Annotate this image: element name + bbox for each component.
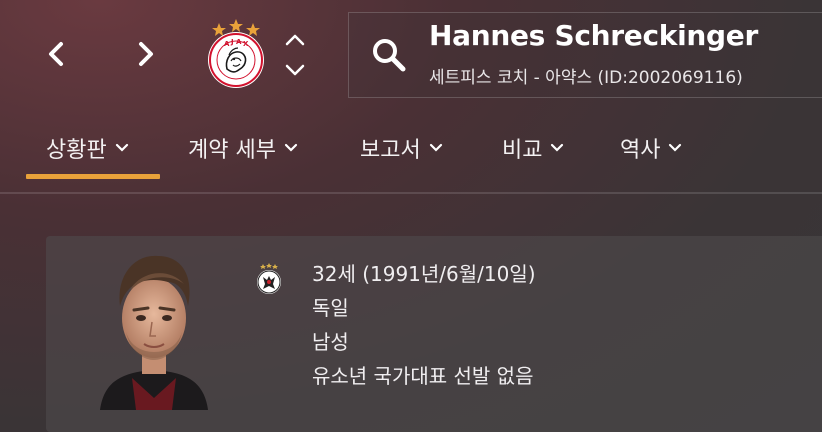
- forward-button[interactable]: [126, 30, 166, 78]
- club-logo[interactable]: A J A X: [203, 17, 269, 89]
- back-button[interactable]: [36, 30, 76, 78]
- germany-crest-icon[interactable]: [254, 262, 284, 296]
- divider: [0, 192, 822, 194]
- age-birthdate: 32세 (1991년/6월/10일): [312, 262, 536, 286]
- star-icon: [229, 19, 243, 32]
- chevron-down-icon: [115, 143, 128, 152]
- tab-label: 상황판: [46, 138, 107, 163]
- tab-contract[interactable]: 계약 세부: [188, 128, 298, 168]
- tab-history[interactable]: 역사: [620, 128, 682, 168]
- youth-caps: 유소년 국가대표 선발 없음: [312, 364, 534, 388]
- tab-reports[interactable]: 보고서: [360, 128, 443, 168]
- svg-text:X: X: [243, 40, 249, 48]
- avatar[interactable]: [94, 248, 214, 410]
- profile-card: 32세 (1991년/6월/10일) 독일 남성 유소년 국가대표 선발 없음: [46, 236, 822, 432]
- chevron-down-icon: [285, 64, 305, 76]
- tab-label: 비교: [502, 138, 543, 163]
- svg-text:A: A: [236, 38, 242, 46]
- chevron-down-icon: [284, 143, 298, 152]
- tab-label: 계약 세부: [188, 138, 276, 163]
- search-icon[interactable]: [369, 35, 409, 75]
- star-icon: [246, 23, 260, 36]
- top-bar: A J A X Hannes Schreckinger 세트피스 코치 - 아약…: [0, 0, 822, 110]
- switch-person-button[interactable]: [280, 30, 310, 80]
- svg-text:A: A: [224, 40, 230, 48]
- player-name: Hannes Schreckinger: [429, 19, 758, 52]
- chevron-down-icon: [551, 143, 564, 152]
- star-icon: [212, 23, 226, 36]
- chevron-up-icon: [285, 34, 305, 46]
- chevron-down-icon: [669, 143, 682, 152]
- chevron-down-icon: [429, 143, 442, 152]
- player-header-panel: Hannes Schreckinger 세트피스 코치 - 아약스 (ID:20…: [348, 12, 822, 98]
- player-role-subtitle: 세트피스 코치 - 아약스 (ID:2002069116): [429, 68, 743, 88]
- tab-compare[interactable]: 비교: [502, 128, 564, 168]
- tab-label: 보고서: [360, 138, 421, 163]
- chevron-left-icon: [49, 42, 63, 66]
- gender: 남성: [312, 330, 349, 354]
- nationality[interactable]: 독일: [312, 292, 349, 321]
- tab-overview[interactable]: 상황판: [46, 128, 129, 168]
- active-tab-indicator: [26, 174, 160, 179]
- chevron-right-icon: [139, 42, 153, 66]
- tab-label: 역사: [620, 138, 661, 163]
- svg-text:J: J: [230, 38, 234, 46]
- tab-bar: 상황판 계약 세부 보고서 비교 역사: [0, 118, 822, 182]
